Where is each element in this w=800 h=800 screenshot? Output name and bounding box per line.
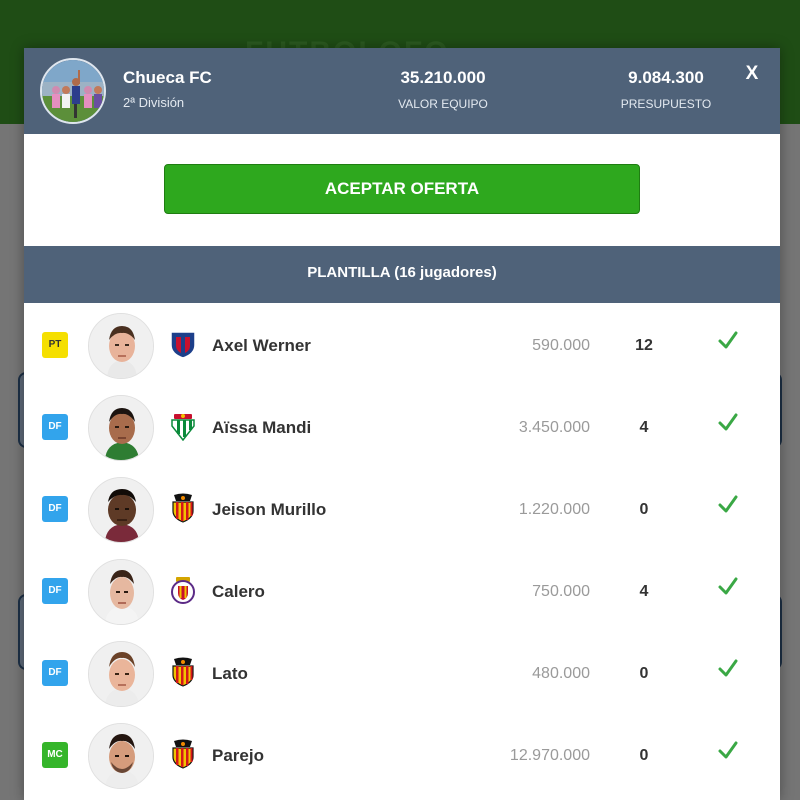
team-offer-modal: Chueca FC 2ª División 35.210.000 VALOR E… [24, 48, 780, 800]
accept-offer-button[interactable]: ACEPTAR OFERTA [164, 164, 640, 214]
player-name: Axel Werner [212, 336, 311, 355]
huesca-crest-icon [168, 329, 198, 359]
position-badge: DF [42, 578, 68, 604]
budget-value: 9.084.300 [628, 68, 704, 87]
player-row[interactable]: DF Aïssa Mandi 3.450.000 4 [24, 385, 780, 467]
player-photo [88, 723, 154, 789]
player-name: Parejo [212, 746, 264, 765]
player-points: 4 [639, 419, 649, 436]
player-list: PT Axel Werner 590.000 12 DF Aïssa Mandi… [24, 303, 780, 795]
player-row[interactable]: DF Calero 750.000 4 [24, 549, 780, 631]
position-badge: DF [42, 414, 68, 440]
player-points: 4 [639, 583, 649, 600]
team-header: Chueca FC 2ª División 35.210.000 VALOR E… [24, 48, 780, 134]
check-icon[interactable] [716, 575, 740, 599]
accept-area: ACEPTAR OFERTA [24, 134, 780, 246]
position-badge: MC [42, 742, 68, 768]
player-name: Lato [212, 664, 248, 683]
check-icon[interactable] [716, 329, 740, 353]
betis-crest-icon [168, 411, 198, 442]
valencia-crest-icon [168, 739, 198, 769]
player-name: Aïssa Mandi [212, 418, 312, 437]
check-icon[interactable] [716, 657, 740, 681]
valencia-crest-icon [168, 493, 198, 523]
player-photo [88, 395, 154, 461]
player-price: 750.000 [532, 583, 590, 600]
check-icon[interactable] [716, 493, 740, 517]
team-value: 35.210.000 [400, 68, 486, 87]
player-points: 0 [639, 665, 649, 682]
position-badge: DF [42, 660, 68, 686]
player-name: Jeison Murillo [212, 500, 327, 519]
player-photo [88, 477, 154, 543]
position-badge: DF [42, 496, 68, 522]
player-price: 1.220.000 [518, 501, 590, 518]
player-points: 0 [639, 501, 649, 518]
player-price: 12.970.000 [509, 747, 590, 764]
player-name: Calero [212, 582, 265, 601]
player-row[interactable]: MC Parejo 12.970.000 0 [24, 713, 780, 795]
player-price: 3.450.000 [518, 419, 590, 436]
squad-header: PLANTILLA (16 jugadores) [24, 246, 780, 303]
team-photo [40, 58, 106, 124]
player-photo [88, 559, 154, 625]
check-icon[interactable] [716, 411, 740, 435]
player-points: 0 [639, 747, 649, 764]
position-badge: PT [42, 332, 68, 358]
budget-stat: 9.084.300 PRESUPUESTO [576, 68, 756, 111]
player-row[interactable]: DF Jeison Murillo 1.220.000 0 [24, 467, 780, 549]
player-price: 590.000 [532, 337, 590, 354]
team-division: 2ª División [123, 95, 185, 110]
team-value-stat: 35.210.000 VALOR EQUIPO [353, 68, 533, 111]
player-price: 480.000 [532, 665, 590, 682]
player-photo [88, 313, 154, 379]
budget-label: PRESUPUESTO [620, 97, 712, 111]
player-photo [88, 641, 154, 707]
valladolid-crest-icon [168, 575, 198, 605]
team-name: Chueca FC [123, 68, 212, 87]
player-points: 12 [635, 337, 653, 354]
team-value-label: VALOR EQUIPO [398, 97, 488, 111]
player-row[interactable]: DF Lato 480.000 0 [24, 631, 780, 713]
valencia-crest-icon [168, 657, 198, 687]
close-button[interactable]: X [738, 60, 766, 88]
check-icon[interactable] [716, 739, 740, 763]
player-row[interactable]: PT Axel Werner 590.000 12 [24, 303, 780, 385]
